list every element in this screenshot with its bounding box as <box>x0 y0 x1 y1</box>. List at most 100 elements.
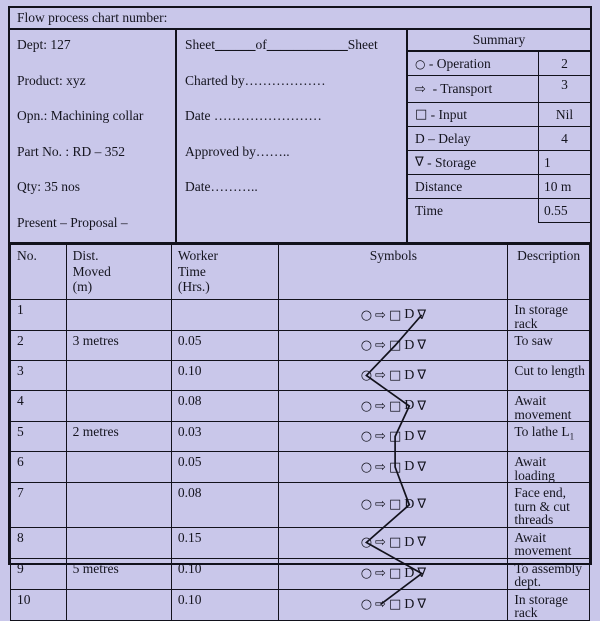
sheet-of-label: of <box>255 37 267 52</box>
triangle-storage-icon: ∇ <box>415 155 424 170</box>
summary-heading: Summary <box>408 30 590 52</box>
table-row: 4 0.08 ○ ⇨ □ D ∇ Await movement <box>10 390 590 422</box>
dept-info-panel: Dept: 127 Product: xyz Opn.: Machining c… <box>10 30 177 242</box>
summary-label-time: Time <box>415 203 444 218</box>
cell-distance-moved: 5 metres <box>65 557 172 590</box>
square-input-icon[interactable]: □ <box>389 309 401 322</box>
triangle-storage-icon[interactable]: ∇ <box>417 309 426 322</box>
cell-step-no: 6 <box>10 451 67 483</box>
summary-text-storage: - Storage <box>427 154 477 170</box>
th-description: Description <box>507 244 590 300</box>
arrow-transport-icon[interactable]: ⇨ <box>375 567 386 580</box>
cell-symbols: ○ ⇨ □ D ∇ <box>278 482 509 528</box>
triangle-storage-icon[interactable]: ∇ <box>417 536 426 549</box>
triangle-storage-icon[interactable]: ∇ <box>417 567 426 580</box>
triangle-storage-icon[interactable]: ∇ <box>417 598 426 611</box>
cell-step-no: 7 <box>10 482 67 528</box>
triangle-storage-icon[interactable]: ∇ <box>417 461 426 474</box>
d-delay-icon[interactable]: D <box>404 368 414 383</box>
square-input-icon[interactable]: □ <box>389 339 401 352</box>
table-row: 52 metres 0.03 ○ ⇨ □ D ∇ To lathe L1 <box>10 421 590 452</box>
d-delay-icon[interactable]: D <box>404 399 414 413</box>
triangle-storage-icon[interactable]: ∇ <box>417 400 426 413</box>
square-input-icon[interactable]: □ <box>389 536 401 549</box>
approved-by-field[interactable]: Approved by…….. <box>185 144 406 159</box>
dept-field: Dept: 127 <box>17 37 71 52</box>
arrow-transport-icon[interactable]: ⇨ <box>375 369 386 382</box>
square-input-icon[interactable]: □ <box>389 461 401 474</box>
arrow-transport-icon[interactable]: ⇨ <box>375 309 386 322</box>
triangle-storage-icon[interactable]: ∇ <box>417 369 426 382</box>
arrow-transport-icon[interactable]: ⇨ <box>375 598 386 611</box>
cell-worker-time: 0.10 <box>170 557 280 590</box>
d-delay-icon[interactable]: D <box>404 338 414 353</box>
circle-operation-icon[interactable]: ○ <box>361 339 372 352</box>
charted-date-field[interactable]: Date …………………… <box>185 109 406 123</box>
approved-date-field[interactable]: Date……….. <box>185 180 406 194</box>
triangle-storage-icon[interactable]: ∇ <box>417 339 426 352</box>
summary-value-input: Nil <box>538 103 590 126</box>
square-input-icon[interactable]: □ <box>389 598 401 611</box>
arrow-transport-icon[interactable]: ⇨ <box>375 339 386 352</box>
d-delay-icon[interactable]: D <box>404 597 414 612</box>
sheet-of-sheet-field: Sheet______of____________Sheet <box>185 38 406 52</box>
circle-operation-icon[interactable]: ○ <box>361 536 372 549</box>
summary-label-delay: D – Delay <box>408 127 538 150</box>
sheet-blank-2[interactable]: ____________ <box>267 37 348 52</box>
circle-operation-icon[interactable]: ○ <box>361 598 372 611</box>
sheet-blank-1[interactable]: ______ <box>215 37 256 52</box>
d-delay-icon[interactable]: D <box>404 308 414 322</box>
d-delay-icon[interactable]: D <box>404 429 414 444</box>
th-no: No. <box>10 244 67 300</box>
summary-row-delay: D – Delay 4 <box>408 127 590 151</box>
d-delay-icon[interactable]: D <box>404 497 414 512</box>
summary-label-storage: ∇ - Storage <box>408 151 538 174</box>
arrow-transport-icon[interactable]: ⇨ <box>375 461 386 474</box>
cell-distance-moved <box>65 360 172 391</box>
square-input-icon[interactable]: □ <box>389 430 401 443</box>
square-input-icon[interactable]: □ <box>389 567 401 580</box>
summary-value-transport: 3 <box>538 76 590 102</box>
table-row: 95 metres 0.10 ○ ⇨ □ D ∇ To assembly dept. <box>10 557 590 590</box>
triangle-storage-icon[interactable]: ∇ <box>417 498 426 511</box>
d-delay-icon[interactable]: D <box>404 535 414 550</box>
summary-value-distance: 10 m <box>538 175 590 198</box>
circle-operation-icon[interactable]: ○ <box>361 461 372 474</box>
table-header-row: No. Dist. Moved (m) Worker Time (Hrs.) Symbo… <box>10 244 590 300</box>
square-input-icon[interactable]: □ <box>389 369 401 382</box>
cell-worker-time: 0.08 <box>170 482 280 528</box>
sheet-info-panel: Sheet______of____________Sheet Charted b… <box>177 30 408 242</box>
table-row: 7 0.08 ○ ⇨ □ D ∇ Face end, turn & cut threads <box>10 482 590 528</box>
square-input-icon[interactable]: □ <box>389 400 401 413</box>
arrow-transport-icon[interactable]: ⇨ <box>375 400 386 413</box>
d-delay-icon[interactable]: D <box>404 460 414 474</box>
circle-operation-icon[interactable]: ○ <box>361 498 372 511</box>
table-row: 23 metres 0.05 ○ ⇨ □ D ∇ To saw <box>10 330 590 361</box>
circle-operation-icon[interactable]: ○ <box>361 400 372 413</box>
cell-description: To saw <box>507 330 590 361</box>
charted-by-field[interactable]: Charted by……………… <box>185 73 406 88</box>
arrow-transport-icon[interactable]: ⇨ <box>375 536 386 549</box>
cell-symbols: ○ ⇨ □ D ∇ <box>278 299 509 331</box>
th-symbols: Symbols <box>278 244 509 300</box>
cell-step-no: 8 <box>10 526 67 559</box>
d-delay-icon[interactable]: D <box>404 566 414 581</box>
cell-worker-time: 0.08 <box>170 390 280 422</box>
table-row: 10 0.10 ○ ⇨ □ D ∇ In storage rack <box>10 588 590 621</box>
cell-worker-time: 0.10 <box>170 588 280 621</box>
circle-operation-icon[interactable]: ○ <box>361 369 372 382</box>
cell-symbols: ○ ⇨ □ D ∇ <box>278 390 509 422</box>
cell-distance-moved <box>65 451 172 483</box>
chart-number-title-row: Flow process chart number: <box>10 8 590 30</box>
triangle-storage-icon[interactable]: ∇ <box>417 430 426 443</box>
cell-step-no: 5 <box>10 421 67 452</box>
circle-operation-icon[interactable]: ○ <box>361 309 372 322</box>
summary-label-input: □ - Input <box>408 103 538 126</box>
circle-operation-icon[interactable]: ○ <box>361 430 372 443</box>
circle-operation-icon[interactable]: ○ <box>361 567 372 580</box>
square-input-icon[interactable]: □ <box>389 498 401 511</box>
arrow-transport-icon[interactable]: ⇨ <box>375 430 386 443</box>
cell-step-no: 2 <box>10 330 67 361</box>
th-distance-moved: Dist. Moved (m) <box>65 244 172 300</box>
arrow-transport-icon[interactable]: ⇨ <box>375 498 386 511</box>
